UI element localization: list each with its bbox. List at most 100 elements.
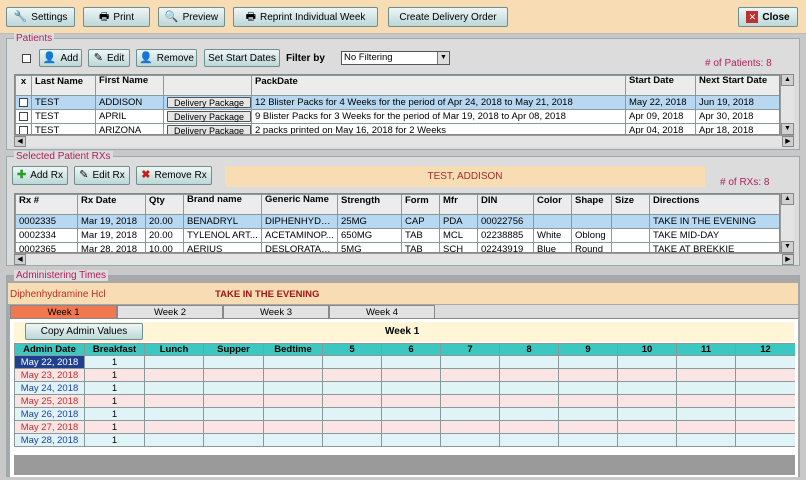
breakfast-cell[interactable]: 1 bbox=[84, 420, 145, 434]
selected-patient-banner: TEST, ADDISON bbox=[225, 166, 705, 187]
col-header-shape[interactable]: Shape bbox=[571, 194, 612, 215]
rx-vscroll[interactable]: ▲ ▼ bbox=[780, 193, 794, 253]
tab-week-1[interactable]: Week 1 bbox=[10, 305, 117, 319]
scroll-right-icon[interactable]: ▶ bbox=[782, 254, 794, 265]
breakfast-cell[interactable]: 1 bbox=[84, 433, 145, 447]
set-start-dates-button[interactable]: Set Start Dates bbox=[204, 49, 280, 67]
breakfast-cell[interactable]: 1 bbox=[84, 381, 145, 395]
table-row[interactable]: May 25, 2018 1 bbox=[14, 394, 795, 408]
reprint-week-button[interactable]: 🖶 Reprint Individual Week bbox=[233, 7, 378, 27]
col-header-color[interactable]: Color bbox=[533, 194, 572, 215]
col-header-din[interactable]: DIN bbox=[477, 194, 534, 215]
table-row[interactable]: 0002365 Mar 28, 2018 10.00 AERIUS DESLORATAD… bbox=[15, 242, 779, 252]
scroll-left-icon[interactable]: ◀ bbox=[14, 136, 26, 147]
admin-date-cell[interactable]: May 22, 2018 bbox=[14, 355, 85, 369]
table-row[interactable]: TEST ARIZONA Delivery Package 2 packs print… bbox=[15, 123, 779, 134]
chevron-down-icon: ▼ bbox=[437, 52, 449, 64]
table-row[interactable]: May 24, 2018 1 bbox=[14, 381, 795, 395]
tab-week-3[interactable]: Week 3 bbox=[223, 305, 329, 319]
patient-count: # of Patients: 8 bbox=[705, 58, 772, 69]
preview-button[interactable]: 🔍 Preview bbox=[158, 7, 225, 27]
col-header-start-date[interactable]: Start Date bbox=[625, 75, 696, 96]
col-header-brand-name[interactable]: Brand name bbox=[183, 194, 262, 215]
delivery-package-button[interactable]: Delivery Package bbox=[167, 124, 251, 134]
rx-title: Selected Patient RXs bbox=[14, 151, 113, 162]
row-checkbox[interactable] bbox=[19, 111, 28, 121]
add-patient-button[interactable]: 👤 Add bbox=[39, 49, 82, 67]
col-header-packdate[interactable]: PackDate bbox=[251, 75, 626, 96]
print-button[interactable]: 🖶 Print bbox=[83, 7, 150, 27]
col-header-generic-name[interactable]: Generic Name bbox=[261, 194, 338, 215]
edit-rx-button[interactable]: ✎ Edit Rx bbox=[74, 166, 130, 185]
scroll-down-icon[interactable]: ▼ bbox=[781, 241, 794, 253]
admin-date-cell[interactable]: May 23, 2018 bbox=[14, 368, 85, 382]
admin-date-cell[interactable]: May 25, 2018 bbox=[14, 394, 85, 408]
col-header-bedtime: Bedtime bbox=[263, 343, 323, 356]
col-header-8: 8 bbox=[499, 343, 559, 356]
row-checkbox[interactable] bbox=[19, 125, 28, 134]
breakfast-cell[interactable]: 1 bbox=[84, 355, 145, 369]
tab-week-4[interactable]: Week 4 bbox=[329, 305, 435, 319]
table-row[interactable]: May 22, 2018 1 bbox=[14, 355, 795, 369]
admin-date-cell[interactable]: May 27, 2018 bbox=[14, 420, 85, 434]
scroll-up-icon[interactable]: ▲ bbox=[781, 193, 794, 205]
scroll-up-icon[interactable]: ▲ bbox=[781, 74, 794, 86]
rx-hscroll[interactable]: ◀ ▶ bbox=[14, 253, 794, 265]
tab-strip-fill bbox=[435, 305, 798, 319]
tab-week-2[interactable]: Week 2 bbox=[117, 305, 223, 319]
breakfast-cell[interactable]: 1 bbox=[84, 394, 145, 408]
table-row[interactable]: 0002334 Mar 19, 2018 20.00 TYLENOL ART... AC… bbox=[15, 228, 779, 243]
delivery-package-button[interactable]: Delivery Package bbox=[167, 110, 251, 122]
row-checkbox[interactable] bbox=[19, 97, 28, 107]
col-header-directions[interactable]: Directions bbox=[649, 194, 779, 215]
table-row[interactable]: May 23, 2018 1 bbox=[14, 368, 795, 382]
table-row[interactable]: TEST APRIL Delivery Package 9 Blister Packs… bbox=[15, 109, 779, 124]
filter-select[interactable]: No Filtering ▼ bbox=[341, 51, 450, 65]
col-header-admin-date: Admin Date bbox=[14, 343, 85, 356]
add-rx-button[interactable]: ✚ Add Rx bbox=[12, 166, 68, 185]
scroll-right-icon[interactable]: ▶ bbox=[782, 136, 794, 147]
col-header-rx-number[interactable]: Rx # bbox=[15, 194, 78, 215]
col-header-rx-date[interactable]: Rx Date bbox=[77, 194, 146, 215]
table-row[interactable]: May 26, 2018 1 bbox=[14, 407, 795, 421]
table-row[interactable]: 0002335 Mar 19, 2018 20.00 BENADRYL DIPHENHY… bbox=[15, 214, 779, 229]
patients-vscroll[interactable]: ▲ ▼ bbox=[780, 74, 794, 135]
table-row[interactable]: TEST ADDISON Delivery Package 12 Blister Pa… bbox=[15, 95, 779, 110]
admin-date-cell[interactable]: May 28, 2018 bbox=[14, 433, 85, 447]
remove-patient-button[interactable]: 👤 Remove bbox=[136, 49, 197, 67]
col-header-lunch: Lunch bbox=[144, 343, 204, 356]
drug-banner bbox=[8, 283, 798, 304]
edit-patient-button[interactable]: ✎ Edit bbox=[88, 49, 130, 67]
plus-icon: ✚ bbox=[16, 169, 27, 181]
col-header-first-name[interactable]: First Name bbox=[95, 75, 164, 96]
table-row[interactable]: May 27, 2018 1 bbox=[14, 420, 795, 434]
copy-admin-values-button[interactable]: Copy Admin Values bbox=[25, 323, 143, 340]
filter-label: Filter by bbox=[286, 53, 325, 64]
col-header-size[interactable]: Size bbox=[611, 194, 650, 215]
scroll-down-icon[interactable]: ▼ bbox=[781, 123, 794, 135]
table-row[interactable]: May 28, 2018 1 bbox=[14, 433, 795, 447]
patients-hscroll[interactable]: ◀ ▶ bbox=[14, 135, 794, 147]
delivery-package-button[interactable]: Delivery Package bbox=[167, 96, 251, 108]
settings-button[interactable]: 🔧 Settings bbox=[6, 7, 75, 27]
col-header-last-name[interactable]: Last Name bbox=[31, 75, 96, 96]
col-header-strength[interactable]: Strength bbox=[337, 194, 402, 215]
col-header-x[interactable]: x bbox=[15, 75, 32, 96]
remove-rx-button[interactable]: ✖ Remove Rx bbox=[136, 166, 212, 185]
magnifier-icon: 🔍 bbox=[164, 10, 179, 23]
breakfast-cell[interactable]: 1 bbox=[84, 407, 145, 421]
col-header-mfr[interactable]: Mfr bbox=[439, 194, 478, 215]
pencil-icon: ✎ bbox=[79, 169, 89, 181]
add-user-icon: 👤 bbox=[42, 51, 57, 64]
admin-date-cell[interactable]: May 24, 2018 bbox=[14, 381, 85, 395]
close-button[interactable]: ✕ Close bbox=[738, 7, 798, 27]
col-header-6: 6 bbox=[381, 343, 441, 356]
breakfast-cell[interactable]: 1 bbox=[84, 368, 145, 382]
col-header-next-start-date[interactable]: Next Start Date bbox=[695, 75, 779, 96]
scroll-left-icon[interactable]: ◀ bbox=[14, 254, 26, 265]
select-all-checkbox[interactable] bbox=[22, 54, 31, 63]
col-header-form[interactable]: Form bbox=[401, 194, 440, 215]
col-header-qty[interactable]: Qty bbox=[145, 194, 184, 215]
admin-date-cell[interactable]: May 26, 2018 bbox=[14, 407, 85, 421]
create-delivery-order-button[interactable]: Create Delivery Order bbox=[388, 7, 508, 27]
